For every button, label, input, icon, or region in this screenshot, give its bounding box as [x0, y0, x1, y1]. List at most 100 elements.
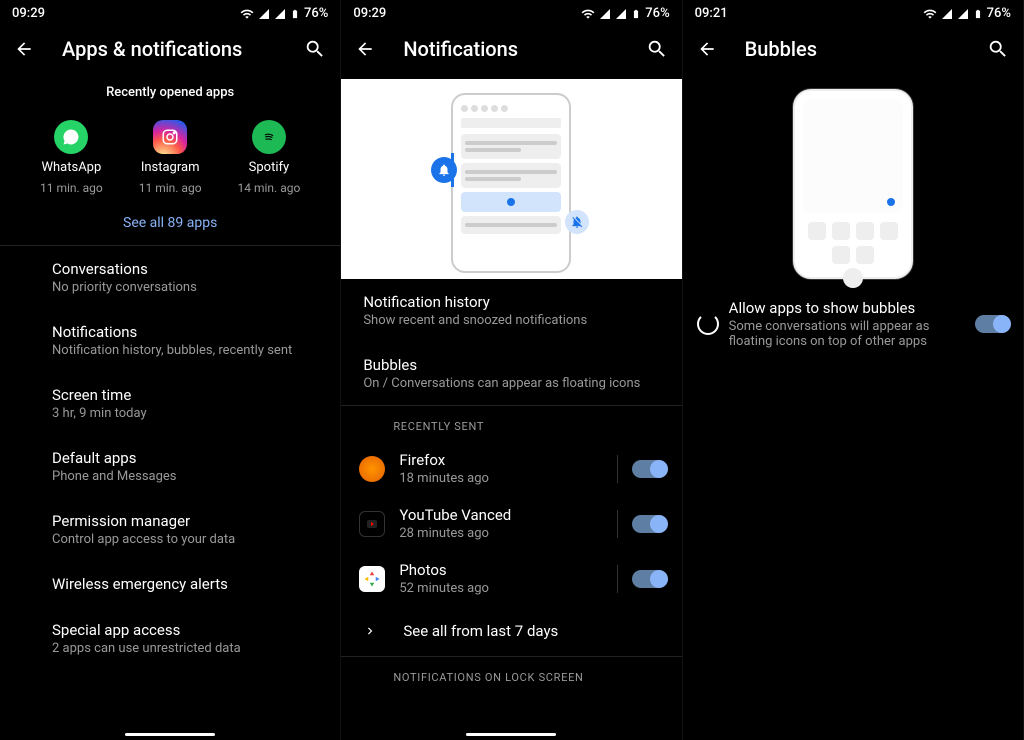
status-icons: 76% [923, 6, 1011, 21]
phone-mock-icon [793, 89, 913, 279]
item-title: Conversations [52, 260, 340, 278]
wifi-icon [240, 7, 254, 21]
battery-icon [631, 7, 641, 21]
recently-sent-header: RECENTLY SENT [341, 406, 681, 441]
signal-icon [599, 8, 611, 20]
item-title: Notifications [52, 323, 340, 341]
app-bar: Apps & notifications [0, 27, 340, 79]
panel-notifications: 09:29 76% Notifications [341, 0, 682, 740]
item-bubbles[interactable]: Bubbles On / Conversations can appear as… [341, 342, 681, 405]
toggle-youtube-vanced[interactable] [632, 515, 666, 533]
search-icon [304, 38, 326, 60]
allow-bubbles-row[interactable]: Allow apps to show bubbles Some conversa… [683, 289, 1023, 359]
search-button[interactable] [987, 38, 1009, 60]
back-button[interactable] [697, 39, 717, 59]
loading-spinner-icon [697, 313, 719, 335]
signal-icon [957, 8, 969, 20]
item-title: Screen time [52, 386, 340, 404]
notif-time: 18 minutes ago [399, 471, 602, 486]
photos-icon [359, 566, 385, 592]
arrow-back-icon [355, 39, 375, 59]
battery-icon [290, 7, 300, 21]
signal-icon [258, 8, 270, 20]
battery-percent: 76% [645, 6, 669, 21]
notif-time: 52 minutes ago [399, 581, 602, 596]
app-bar: Bubbles [683, 27, 1023, 79]
notif-name: Photos [399, 561, 602, 579]
item-sub: On / Conversations can appear as floatin… [363, 376, 681, 391]
item-permission-manager[interactable]: Permission manager Control app access to… [0, 498, 340, 561]
item-sub: Show recent and snoozed notifications [363, 313, 681, 328]
toggle-firefox[interactable] [632, 460, 666, 478]
search-icon [987, 38, 1009, 60]
signal-icon [274, 8, 286, 20]
firefox-icon [359, 456, 385, 482]
item-title: Permission manager [52, 512, 340, 530]
app-name: Spotify [249, 160, 290, 175]
phone-mock-icon [451, 93, 571, 273]
status-bar: 09:29 76% [0, 0, 340, 27]
item-title: Wireless emergency alerts [52, 575, 340, 593]
search-button[interactable] [646, 38, 668, 60]
item-default-apps[interactable]: Default apps Phone and Messages [0, 435, 340, 498]
recent-app-spotify[interactable]: Spotify 14 min. ago [238, 120, 301, 195]
app-time: 11 min. ago [40, 181, 103, 195]
app-bar: Notifications [341, 27, 681, 79]
wifi-icon [581, 7, 595, 21]
clock: 09:21 [695, 6, 728, 21]
nav-indicator[interactable] [125, 733, 215, 736]
toggle-title: Allow apps to show bubbles [729, 299, 965, 317]
recent-app-whatsapp[interactable]: WhatsApp 11 min. ago [40, 120, 103, 195]
search-button[interactable] [304, 38, 326, 60]
hero-illustration [341, 79, 681, 279]
panel-bubbles: 09:21 76% Bubbles Allow apps [683, 0, 1024, 740]
arrow-back-icon [697, 39, 717, 59]
spotify-icon [252, 120, 286, 154]
recent-apps-section: Recently opened apps WhatsApp 11 min. ag… [0, 79, 340, 245]
page-title: Notifications [403, 37, 617, 61]
back-button[interactable] [14, 39, 34, 59]
youtube-vanced-icon [359, 511, 385, 537]
bell-off-icon [565, 210, 589, 234]
app-name: WhatsApp [41, 160, 101, 175]
whatsapp-icon [54, 120, 88, 154]
search-icon [646, 38, 668, 60]
chevron-right-icon [363, 624, 377, 638]
notif-row-youtube-vanced[interactable]: YouTube Vanced 28 minutes ago [341, 496, 681, 551]
item-notifications[interactable]: Notifications Notification history, bubb… [0, 309, 340, 372]
panel-apps-notifications: 09:29 76% Apps & notifications Recently … [0, 0, 341, 740]
item-notification-history[interactable]: Notification history Show recent and sno… [341, 279, 681, 342]
instagram-icon [153, 120, 187, 154]
item-sub: Notification history, bubbles, recently … [52, 343, 340, 358]
see-all-label: See all from last 7 days [403, 622, 558, 640]
item-conversations[interactable]: Conversations No priority conversations [0, 246, 340, 309]
notif-time: 28 minutes ago [399, 526, 602, 541]
clock: 09:29 [12, 6, 45, 21]
item-screen-time[interactable]: Screen time 3 hr, 9 min today [0, 372, 340, 435]
item-sub: 3 hr, 9 min today [52, 406, 340, 421]
divider [617, 510, 618, 538]
item-sub: 2 apps can use unrestricted data [52, 641, 340, 656]
notif-row-firefox[interactable]: Firefox 18 minutes ago [341, 441, 681, 496]
lock-screen-header: NOTIFICATIONS ON LOCK SCREEN [341, 657, 681, 692]
notif-row-photos[interactable]: Photos 52 minutes ago [341, 551, 681, 606]
app-time: 11 min. ago [139, 181, 202, 195]
arrow-back-icon [14, 39, 34, 59]
hero-illustration [683, 79, 1023, 289]
battery-icon [973, 7, 983, 21]
item-special-app-access[interactable]: Special app access 2 apps can use unrest… [0, 607, 340, 670]
nav-indicator[interactable] [466, 733, 556, 736]
toggle-photos[interactable] [632, 570, 666, 588]
item-title: Special app access [52, 621, 340, 639]
see-all-apps-link[interactable]: See all 89 apps [0, 195, 340, 245]
app-name: Instagram [141, 160, 200, 175]
see-all-last-7-days[interactable]: See all from last 7 days [341, 606, 681, 656]
notif-name: Firefox [399, 451, 602, 469]
back-button[interactable] [355, 39, 375, 59]
item-wireless-emergency[interactable]: Wireless emergency alerts [0, 561, 340, 607]
divider [617, 565, 618, 593]
signal-icon [615, 8, 627, 20]
page-title: Apps & notifications [62, 37, 276, 61]
toggle-allow-bubbles[interactable] [975, 315, 1009, 333]
recent-app-instagram[interactable]: Instagram 11 min. ago [139, 120, 202, 195]
